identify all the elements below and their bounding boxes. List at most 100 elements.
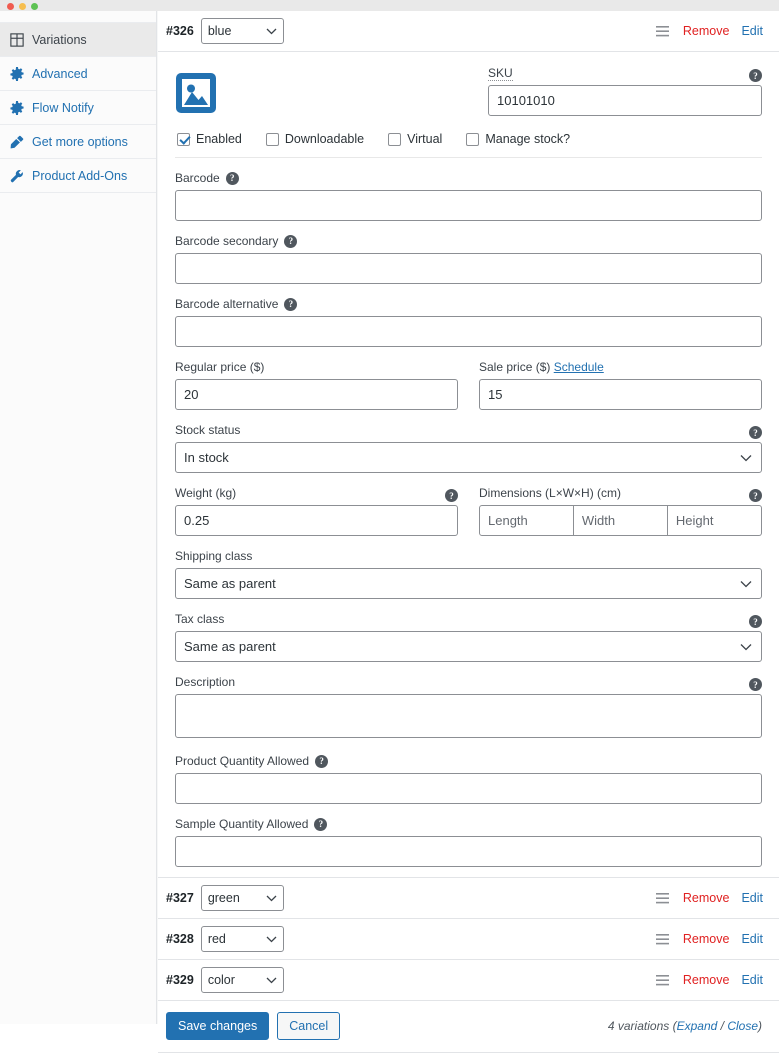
window-close-button[interactable] — [7, 3, 14, 10]
manage-stock-checkbox[interactable] — [466, 132, 480, 146]
separator: / — [717, 1019, 728, 1033]
regular-price-input[interactable] — [175, 379, 458, 410]
variation-image-placeholder[interactable] — [175, 72, 217, 114]
variation-body: SKU ? Enabled Downloadable Virtual Manag… — [158, 52, 779, 878]
sample-qty-allowed-input[interactable] — [175, 836, 762, 867]
product-qty-allowed-help-icon[interactable]: ? — [315, 755, 329, 769]
drag-handle-icon[interactable] — [655, 933, 669, 945]
manage-stock-label[interactable]: Manage stock? — [485, 132, 570, 146]
tax-class-value: Same as parent — [184, 639, 276, 654]
sidebar-item-label: Variations — [32, 32, 87, 47]
stock-status-help-icon[interactable]: ? — [749, 426, 762, 439]
variation-attribute-select[interactable]: color — [200, 967, 284, 993]
downloadable-label[interactable]: Downloadable — [285, 132, 364, 146]
variation-id: #327 — [166, 891, 194, 905]
sku-input[interactable] — [488, 85, 762, 116]
product-data-sidebar: Attributes Variations Advanced Flow Noti… — [0, 11, 157, 1024]
weight-input[interactable] — [175, 505, 458, 536]
sample-qty-allowed-help-icon[interactable]: ? — [314, 818, 328, 832]
sidebar-item-get-more-options[interactable]: Get more options — [0, 125, 156, 159]
description-help-icon[interactable]: ? — [749, 678, 762, 691]
stock-status-value: In stock — [184, 450, 229, 465]
tax-class-field-group: Tax class ? Same as parent — [175, 612, 762, 662]
variations-footer: Save changes Cancel 4 variations (Expand… — [158, 1001, 779, 1053]
remove-variation-link[interactable]: Remove — [683, 24, 730, 38]
dimension-height-input[interactable] — [667, 505, 762, 536]
window-minimize-button[interactable] — [19, 3, 26, 10]
dimensions-help-icon[interactable]: ? — [749, 489, 762, 502]
edit-variation-link[interactable]: Edit — [741, 932, 763, 946]
variation-attribute-select[interactable]: blue — [200, 18, 284, 44]
edit-variation-link[interactable]: Edit — [741, 973, 763, 987]
close-link[interactable]: Close — [727, 1019, 758, 1033]
sale-price-input[interactable] — [479, 379, 762, 410]
remove-variation-link[interactable]: Remove — [683, 973, 730, 987]
variation-attribute-select[interactable]: red — [200, 926, 284, 952]
remove-variation-link[interactable]: Remove — [683, 932, 730, 946]
shipping-class-select[interactable]: Same as parent — [175, 568, 762, 599]
drag-handle-icon[interactable] — [655, 974, 669, 986]
sidebar-item-product-add-ons[interactable]: Product Add-Ons — [0, 159, 156, 193]
dimension-length-input[interactable] — [479, 505, 574, 536]
barcode-input[interactable] — [175, 190, 762, 221]
variation-attribute-value: red — [207, 932, 226, 946]
tax-class-help-icon[interactable]: ? — [749, 615, 762, 628]
sku-field-group: SKU ? — [488, 66, 762, 116]
tax-class-select[interactable]: Same as parent — [175, 631, 762, 662]
sidebar-item-advanced[interactable]: Advanced — [0, 57, 156, 91]
wrench-icon — [10, 169, 24, 183]
sku-help-icon[interactable]: ? — [749, 69, 762, 82]
description-textarea[interactable] — [175, 694, 762, 738]
sidebar-item-attributes[interactable]: Attributes — [0, 11, 156, 23]
barcode-label: Barcode? — [175, 171, 762, 186]
dimensions-inputs — [479, 505, 762, 536]
plug-icon — [10, 135, 24, 149]
sidebar-item-flow-notify[interactable]: Flow Notify — [0, 91, 156, 125]
barcode-secondary-input[interactable] — [175, 253, 762, 284]
cancel-button[interactable]: Cancel — [277, 1012, 341, 1040]
enabled-label[interactable]: Enabled — [196, 132, 242, 146]
chevron-down-icon — [740, 576, 752, 591]
barcode-secondary-help-icon[interactable]: ? — [284, 235, 298, 249]
sidebar-item-label: Product Add-Ons — [32, 168, 128, 183]
window-title-bar — [0, 0, 779, 11]
variations-count: 4 variations — [607, 1019, 670, 1033]
product-qty-allowed-input[interactable] — [175, 773, 762, 804]
stock-status-select[interactable]: In stock — [175, 442, 762, 473]
sale-price-schedule-link[interactable]: Schedule — [554, 360, 604, 374]
remove-variation-link[interactable]: Remove — [683, 891, 730, 905]
edit-variation-link[interactable]: Edit — [741, 891, 763, 905]
variation-attribute-select[interactable]: green — [200, 885, 284, 911]
weight-help-icon[interactable]: ? — [445, 489, 458, 502]
sample-qty-allowed-label: Sample Quantity Allowed? — [175, 817, 762, 832]
drag-handle-icon[interactable] — [655, 25, 669, 37]
drag-handle-icon[interactable] — [655, 892, 669, 904]
expand-link[interactable]: Expand — [677, 1019, 718, 1033]
virtual-checkbox[interactable] — [388, 132, 402, 146]
sidebar-item-label: Flow Notify — [32, 100, 94, 115]
edit-variation-link[interactable]: Edit — [741, 24, 763, 38]
sidebar-item-variations[interactable]: Variations — [0, 23, 156, 57]
variation-attribute-value: color — [207, 973, 235, 987]
chevron-down-icon — [266, 24, 277, 38]
downloadable-checkbox[interactable] — [265, 132, 279, 146]
barcode-help-icon[interactable]: ? — [225, 172, 239, 186]
save-changes-button[interactable]: Save changes — [166, 1012, 270, 1040]
variation-id: #326 — [166, 24, 194, 38]
window-zoom-button[interactable] — [31, 3, 38, 10]
chevron-down-icon — [740, 450, 752, 465]
regular-price-label: Regular price ($) — [175, 360, 265, 374]
sale-price-field-group: Sale price ($) Schedule — [479, 360, 762, 410]
variations-count-note: 4 variations (Expand / Close) — [608, 1019, 762, 1033]
barcode-alternative-help-icon[interactable]: ? — [284, 298, 298, 312]
variation-id: #328 — [166, 932, 194, 946]
enabled-checkbox[interactable] — [177, 132, 190, 146]
virtual-label[interactable]: Virtual — [407, 132, 442, 146]
weight-dimensions-row: Weight (kg) ? Dimensions (L×W×H) (cm) ? — [175, 486, 762, 536]
dimension-width-input[interactable] — [573, 505, 668, 536]
variation-toggles-row: Enabled Downloadable Virtual Manage stoc… — [175, 120, 762, 158]
description-label: Description — [175, 675, 236, 689]
barcode-alternative-input[interactable] — [175, 316, 762, 347]
stock-status-field-group: Stock status ? In stock — [175, 423, 762, 473]
tax-class-label: Tax class — [175, 612, 225, 626]
